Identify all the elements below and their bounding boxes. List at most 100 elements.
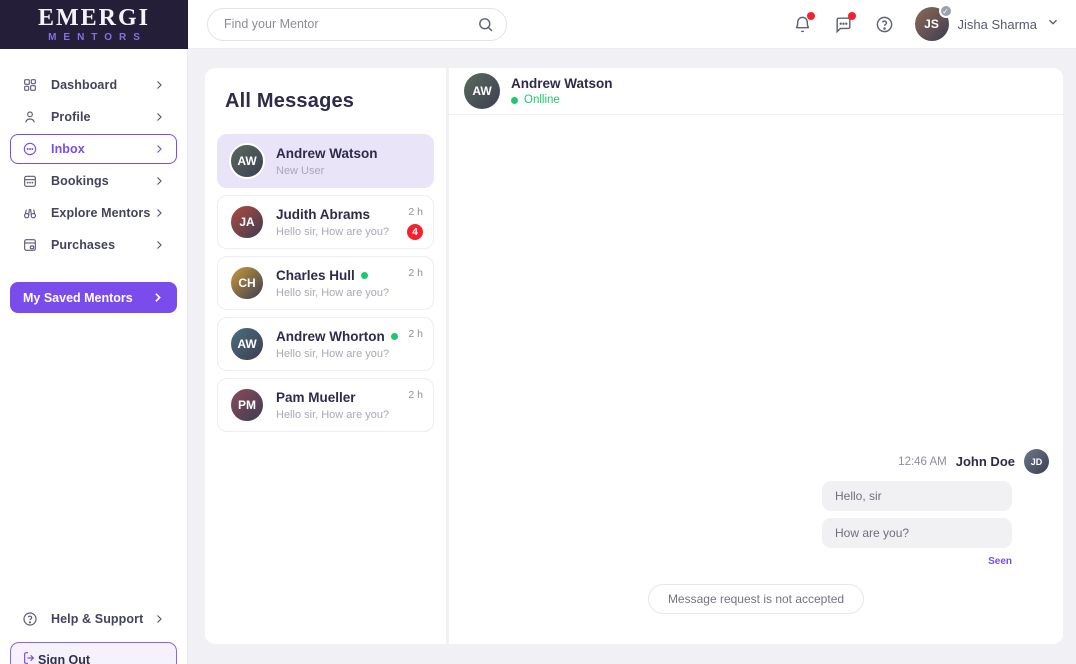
messages-list-panel: All Messages AW Andrew Watson New User J… [205,68,446,644]
sidebar-item-inbox[interactable]: Inbox [10,134,177,164]
sidebar-item-explore-mentors[interactable]: Explore Mentors [10,198,177,228]
user-avatar[interactable]: JS ✓ [914,4,953,41]
help-support-label: Help & Support [51,612,144,626]
conversation-list: AW Andrew Watson New User JA Judith Abra… [217,134,434,432]
topbar: EMERGI MENTORS JS ✓ [0,0,1076,49]
chevron-down-icon[interactable] [1046,15,1060,34]
conversation-name: Andrew Whorton [276,328,385,344]
seen-status: Seen [988,556,1012,567]
avatar: JD [1024,449,1049,474]
message-request-notice[interactable]: Message request is not accepted [647,584,865,614]
chevron-right-icon [153,613,165,625]
conversation-list-item[interactable]: PM Pam Mueller Hello sir, How are you? 2… [217,378,434,432]
topbar-actions: JS ✓ Jisha Sharma [792,4,1076,41]
conversation-time: 2 h [408,389,423,401]
sign-out-label: Sign Out [38,653,91,664]
sidebar-item-label: Bookings [51,174,109,188]
chat-contact-name: Andrew Watson [511,76,613,91]
user-name: Jisha Sharma [957,16,1037,32]
chevron-right-icon [153,143,165,155]
sign-out-button[interactable]: Sign Out [10,642,177,664]
user-menu[interactable]: JS ✓ Jisha Sharma [914,4,1060,41]
sidebar-item-purchases[interactable]: Purchases [10,230,177,260]
chevron-right-icon [153,207,165,219]
avatar: AW [229,326,265,362]
conversation-list-item[interactable]: AW Andrew Watson New User [217,134,434,188]
sidebar-nav: Dashboard Profile Inbox Bookings Explore Men… [0,70,187,260]
conversation-name: Pam Mueller [276,389,356,405]
conversation-list-item[interactable]: JA Judith Abrams Hello sir, How are you?… [217,195,434,249]
online-dot [511,96,518,104]
conversation-list-item[interactable]: CH Charles Hull Hello sir, How are you? … [217,256,434,310]
conversation-name: Andrew Watson [276,145,378,161]
message-bubble: Hello, sir [822,481,1012,511]
sidebar-item-label: Profile [51,110,91,124]
chat-header: AW Andrew Watson Onlline [449,68,1063,115]
my-saved-mentors-button[interactable]: My Saved Mentors [10,282,177,313]
message-dot [847,12,856,20]
sign-out-icon [22,650,38,664]
avatar: AW [464,73,500,109]
sidebar-item-bookings[interactable]: Bookings [10,166,177,196]
conversation-time: 2 h [408,267,423,279]
conversation-preview: New User [276,164,325,177]
avatar: JA [229,204,265,240]
message-bubble: How are you? [822,518,1012,548]
sidebar-item-label: Explore Mentors [51,206,151,220]
online-dot [390,332,398,340]
conversation-preview: Hello sir, How are you? [276,286,390,299]
profile-icon [22,109,39,126]
messages-icon[interactable] [833,12,856,35]
verified-badge-icon: ✓ [938,4,953,18]
brand-subtitle: MENTORS [48,31,147,43]
chat-panel: AW Andrew Watson Onlline 12:46 AM John D… [449,68,1063,644]
sidebar-item-help-support[interactable]: Help & Support [10,604,177,634]
mentor-search[interactable] [207,7,507,41]
conversation-name: Judith Abrams [276,206,371,222]
messages-panel-title: All Messages [225,90,355,112]
main-content: All Messages AW Andrew Watson New User J… [188,49,1076,664]
avatar: CH [229,265,265,301]
chevron-right-icon [153,175,165,187]
help-circle-icon [22,611,39,628]
message-sender-name: John Doe [955,454,1015,469]
bookings-icon [22,173,39,190]
message-timestamp: 12:46 AM [898,455,947,468]
sidebar-item-label: Inbox [51,142,85,156]
chevron-right-icon [153,111,165,123]
avatar: AW [229,143,265,179]
help-icon[interactable] [874,13,896,35]
chat-messages-area: 12:46 AM John Doe JD Hello, sir How are … [449,115,1063,644]
sidebar-item-label: Purchases [51,238,116,252]
notifications-bell-icon[interactable] [792,12,815,35]
unread-badge: 4 [407,224,423,240]
online-dot [360,271,368,279]
brand-logo[interactable]: EMERGI MENTORS [0,0,188,49]
saved-mentors-label: My Saved Mentors [23,290,133,305]
conversation-time: 2 h [408,328,423,340]
chevron-right-icon [153,79,165,91]
sidebar-item-label: Dashboard [51,78,118,92]
conversation-preview: Hello sir, How are you? [276,408,390,421]
conversation-list-item[interactable]: AW Andrew Whorton Hello sir, How are you… [217,317,434,371]
sidebar: Dashboard Profile Inbox Bookings Explore Men… [0,49,188,664]
explore-icon [22,205,39,222]
notification-dot [806,12,815,20]
purchases-icon [22,237,39,254]
inbox-icon [22,141,39,158]
sidebar-item-profile[interactable]: Profile [10,102,177,132]
conversation-preview: Hello sir, How are you? [276,347,390,360]
dashboard-icon [22,77,39,94]
conversation-time: 2 h [408,206,423,218]
conversation-preview: Hello sir, How are you? [276,225,390,238]
conversation-name: Charles Hull [276,267,355,283]
search-icon[interactable] [476,15,494,33]
chat-online-status: Onlline [524,94,560,106]
search-input[interactable] [224,17,476,31]
avatar: PM [229,387,265,423]
message-meta: 12:46 AM John Doe JD [463,449,1049,474]
app-window: EMERGI MENTORS JS ✓ [0,0,1076,664]
chevron-right-icon [151,291,164,304]
brand-name: EMERGI [37,4,150,31]
sidebar-item-dashboard[interactable]: Dashboard [10,70,177,100]
